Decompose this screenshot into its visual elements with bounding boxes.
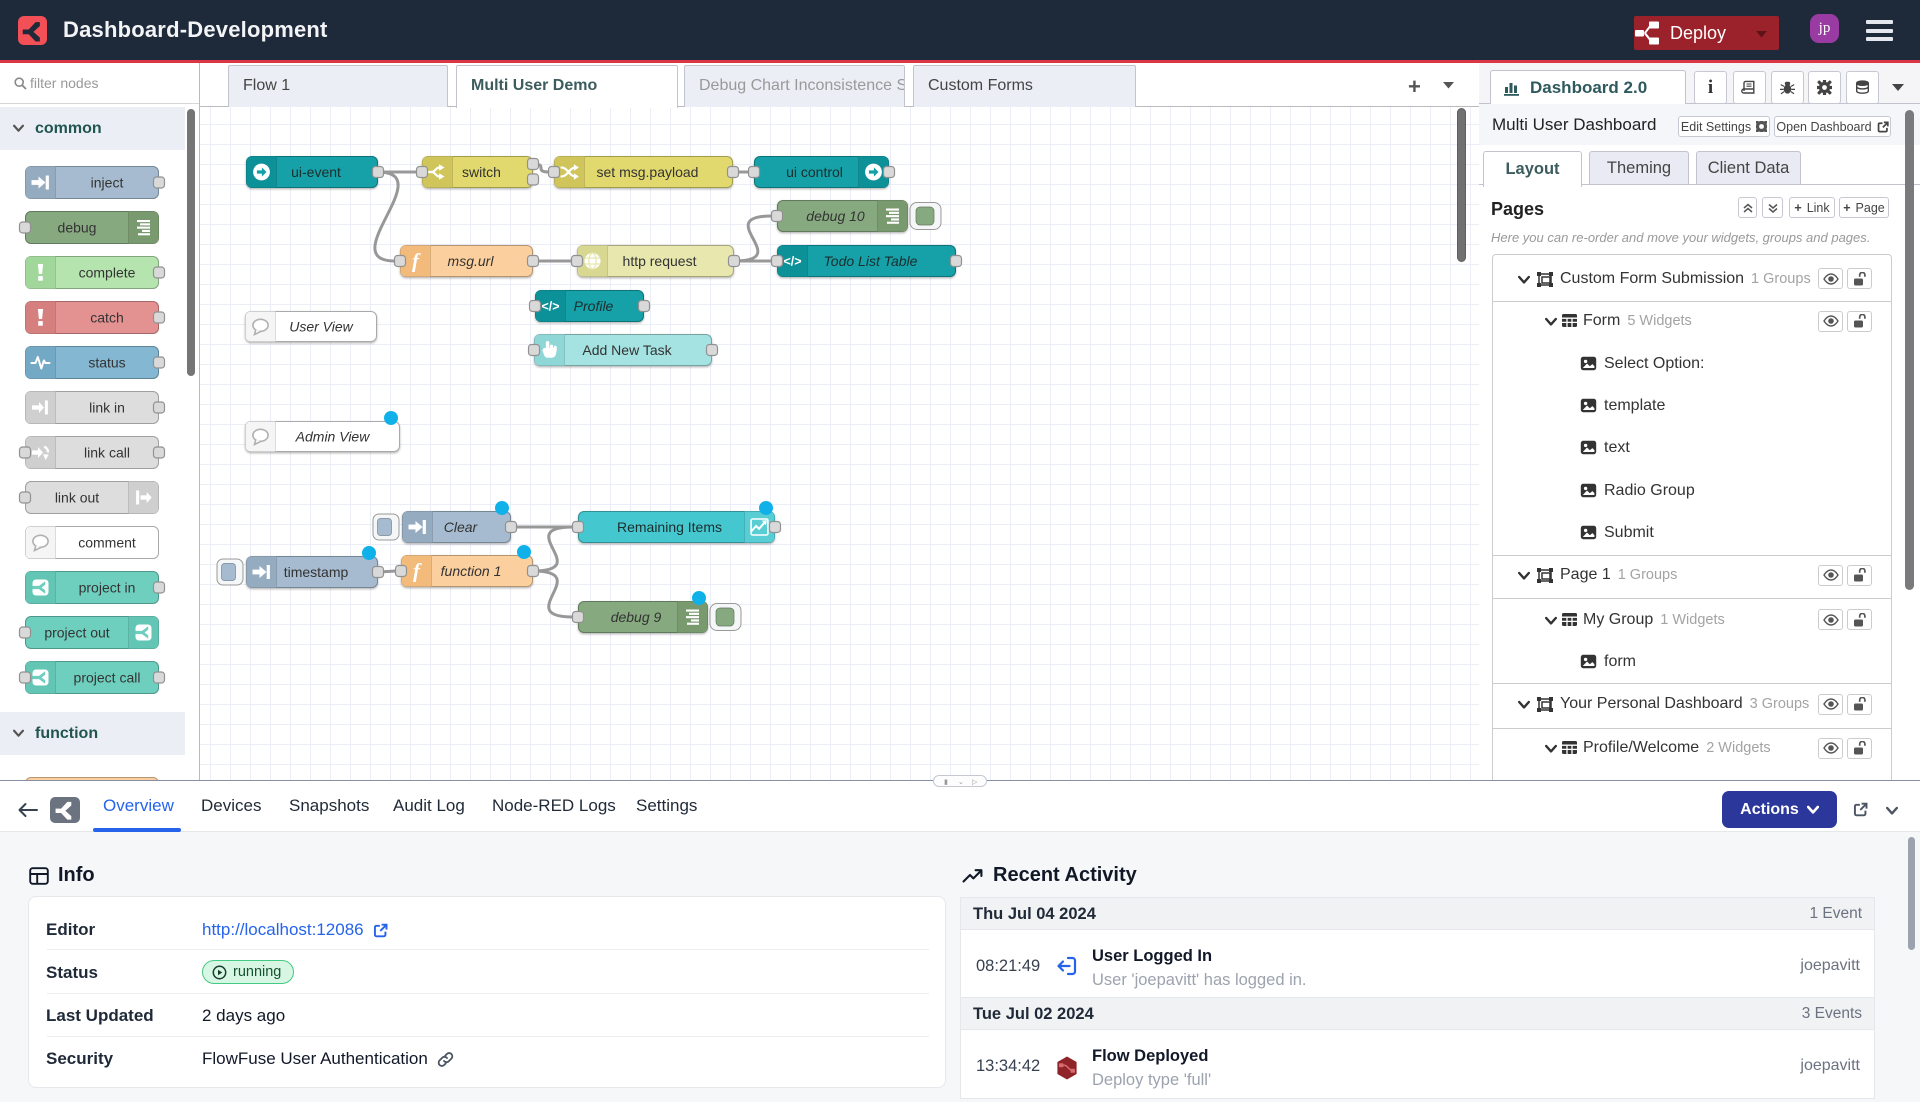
svg-text:debug 10: debug 10 [806, 208, 865, 224]
svg-text:Clear: Clear [444, 519, 479, 535]
svg-text:User View: User View [289, 319, 353, 335]
svg-text:</>: </> [541, 300, 559, 314]
svg-text:project call: project call [74, 670, 141, 686]
svg-text:project out: project out [44, 625, 109, 641]
svg-text:timestamp: timestamp [284, 564, 349, 580]
svg-text:status: status [88, 355, 125, 371]
svg-text:ui control: ui control [786, 164, 843, 180]
svg-text:Remaining Items: Remaining Items [617, 519, 722, 535]
svg-text:link out: link out [55, 490, 99, 506]
svg-text:Todo List Table: Todo List Table [824, 253, 918, 269]
svg-text:Add New Task: Add New Task [582, 342, 672, 358]
svg-text:inject: inject [91, 175, 124, 191]
svg-text:switch: switch [462, 164, 501, 180]
svg-text:set msg.payload: set msg.payload [597, 164, 699, 180]
svg-text:ui-event: ui-event [291, 164, 341, 180]
svg-text:Profile: Profile [574, 298, 614, 314]
svg-text:project in: project in [79, 580, 136, 596]
svg-text:Admin View: Admin View [295, 429, 371, 445]
svg-text:http request: http request [623, 253, 697, 269]
svg-text:catch: catch [90, 310, 123, 326]
svg-text:function 1: function 1 [441, 563, 502, 579]
svg-text:link in: link in [89, 400, 125, 416]
svg-text:complete: complete [79, 265, 136, 281]
svg-text:msg.url: msg.url [448, 253, 495, 269]
svg-text:debug 9: debug 9 [611, 609, 662, 625]
svg-text:comment: comment [78, 535, 136, 551]
svg-text:debug: debug [58, 220, 97, 236]
svg-text:link call: link call [84, 445, 130, 461]
svg-text:</>: </> [783, 255, 801, 269]
